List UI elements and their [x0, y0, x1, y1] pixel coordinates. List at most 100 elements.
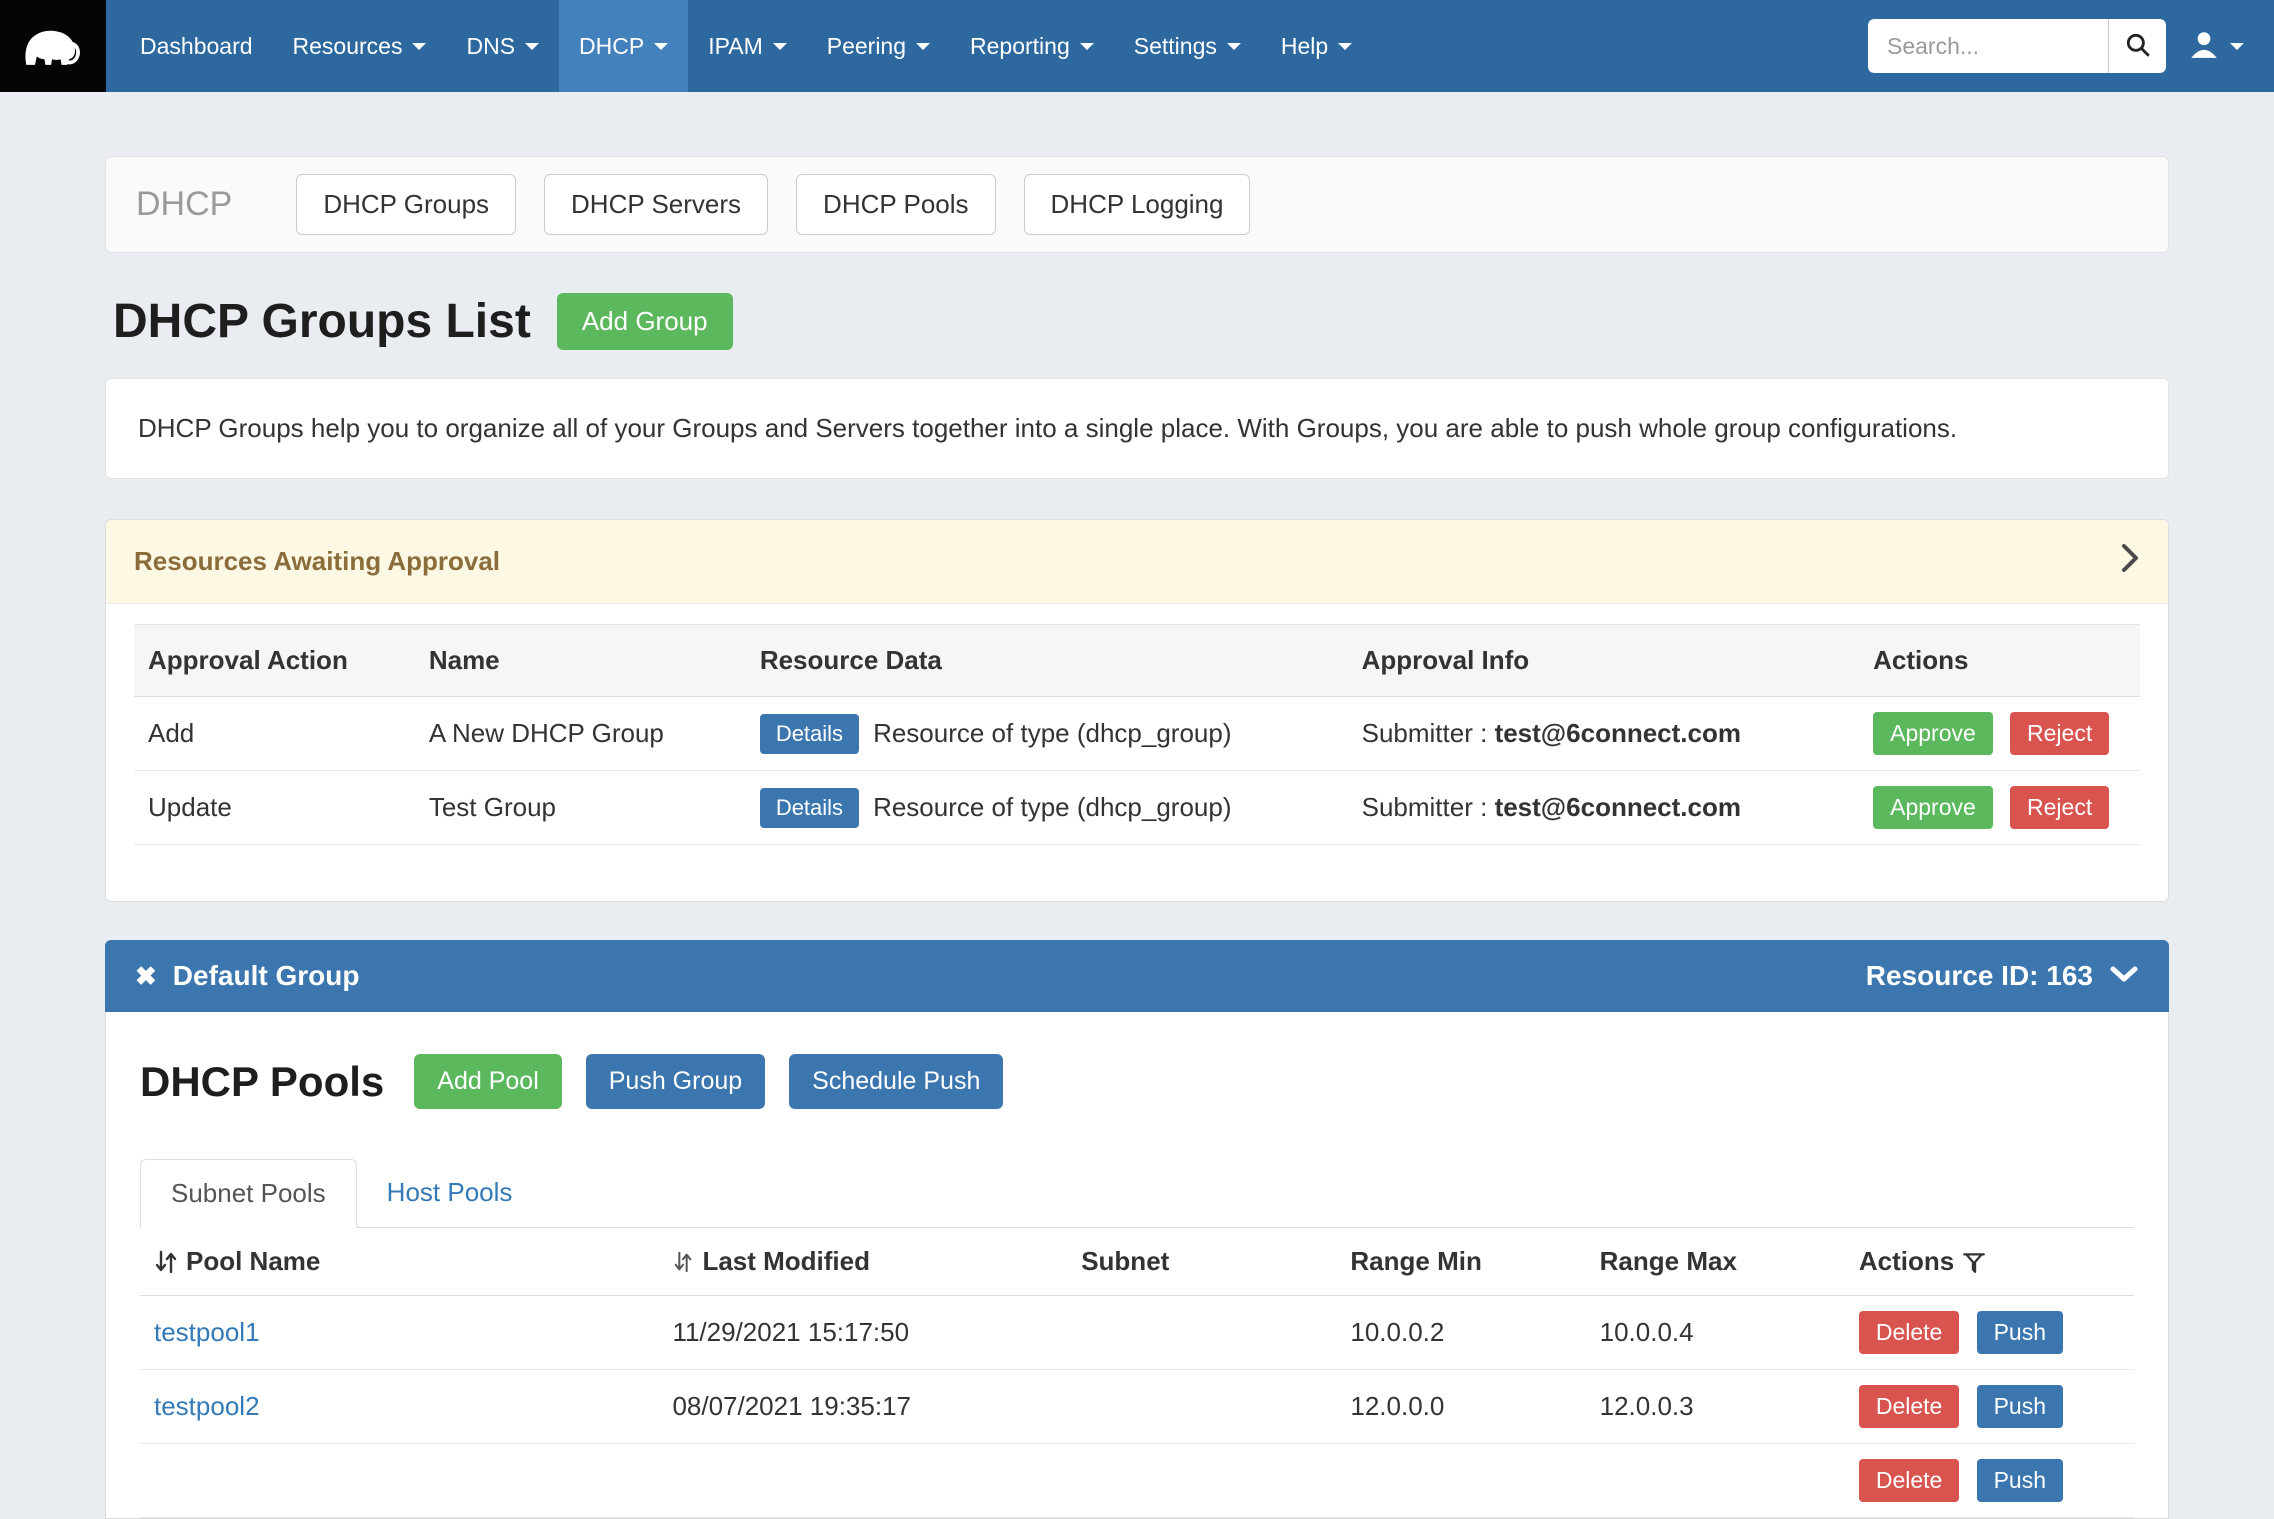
last-modified-cell — [658, 1444, 1067, 1518]
nav-item-peering[interactable]: Peering — [807, 0, 950, 92]
filter-icon[interactable] — [1962, 1250, 1986, 1274]
col-subnet: Subnet — [1067, 1228, 1336, 1296]
navbar-right — [1868, 0, 2274, 92]
reject-button[interactable]: Reject — [2010, 712, 2109, 755]
col-approval-info: Approval Info — [1348, 625, 1860, 697]
pools-tabs: Subnet Pools Host Pools — [140, 1159, 2134, 1228]
dhcp-section-title: DHCP — [136, 185, 232, 224]
col-resource-data: Resource Data — [746, 625, 1348, 697]
push-button[interactable]: Push — [1977, 1385, 2063, 1428]
last-modified-cell: 11/29/2021 15:17:50 — [658, 1296, 1067, 1370]
approval-resource-cell: Details Resource of type (dhcp_group) — [746, 697, 1348, 771]
delete-button[interactable]: Delete — [1859, 1311, 1959, 1354]
col-pool-actions: Actions — [1845, 1228, 2134, 1296]
nav-item-reporting[interactable]: Reporting — [950, 0, 1114, 92]
chevron-down-icon — [2230, 43, 2244, 50]
top-navbar: Dashboard Resources DNS DHCP IPAM Peerin… — [0, 0, 2274, 92]
col-range-min: Range Min — [1336, 1228, 1585, 1296]
details-button[interactable]: Details — [760, 714, 859, 754]
resource-id-label: Resource ID: 163 — [1866, 960, 2093, 992]
delete-button[interactable]: Delete — [1859, 1459, 1959, 1502]
approve-button[interactable]: Approve — [1873, 712, 1993, 755]
range-min-cell: 10.0.0.2 — [1336, 1296, 1585, 1370]
approval-panel-header: Resources Awaiting Approval — [106, 520, 2168, 604]
group-title: Default Group — [173, 960, 360, 992]
chevron-down-icon — [654, 43, 668, 50]
approval-panel-title: Resources Awaiting Approval — [134, 546, 500, 577]
search-button[interactable] — [2108, 19, 2166, 73]
pool-actions-cell: Delete Push — [1845, 1444, 2134, 1518]
col-last-modified: Last Modified — [658, 1228, 1067, 1296]
description-text: DHCP Groups help you to organize all of … — [138, 413, 1957, 443]
pools-heading-row: DHCP Pools Add Pool Push Group Schedule … — [140, 1054, 2134, 1109]
push-group-button[interactable]: Push Group — [586, 1054, 765, 1109]
collapse-chevron-down-icon[interactable] — [2109, 960, 2139, 992]
nav-item-ipam[interactable]: IPAM — [688, 0, 807, 92]
pool-name-link[interactable]: testpool1 — [154, 1317, 260, 1347]
tab-subnet-pools[interactable]: Subnet Pools — [140, 1159, 357, 1228]
dhcp-groups-button[interactable]: DHCP Groups — [296, 174, 516, 235]
group-panel-body: DHCP Pools Add Pool Push Group Schedule … — [105, 1012, 2169, 1519]
chevron-down-icon — [1080, 43, 1094, 50]
range-min-cell — [1336, 1444, 1585, 1518]
pool-actions-cell: Delete Push — [1845, 1296, 2134, 1370]
brand-logo[interactable] — [0, 0, 106, 92]
user-menu[interactable] — [2188, 28, 2244, 65]
description-panel: DHCP Groups help you to organize all of … — [105, 378, 2169, 479]
approval-header-row: Approval Action Name Resource Data Appro… — [134, 625, 2140, 697]
schedule-push-button[interactable]: Schedule Push — [789, 1054, 1003, 1109]
approve-button[interactable]: Approve — [1873, 786, 1993, 829]
nav-item-help[interactable]: Help — [1261, 0, 1372, 92]
chevron-down-icon — [412, 43, 426, 50]
subnet-cell — [1067, 1296, 1336, 1370]
nav-item-dns[interactable]: DNS — [446, 0, 559, 92]
sort-icon[interactable] — [672, 1249, 694, 1275]
close-icon[interactable]: ✖ — [135, 961, 157, 992]
approval-panel: Resources Awaiting Approval Approval Act… — [105, 519, 2169, 902]
pool-name-cell: testpool1 — [140, 1296, 658, 1370]
push-button[interactable]: Push — [1977, 1311, 2063, 1354]
approval-action-cell: Update — [134, 771, 415, 845]
dhcp-servers-button[interactable]: DHCP Servers — [544, 174, 768, 235]
pool-row: testpool2 08/07/2021 19:35:17 12.0.0.0 1… — [140, 1370, 2134, 1444]
approval-info-cell: Submitter : test@6connect.com — [1348, 697, 1860, 771]
delete-button[interactable]: Delete — [1859, 1385, 1959, 1428]
details-button[interactable]: Details — [760, 788, 859, 828]
range-max-cell: 12.0.0.3 — [1586, 1370, 1845, 1444]
approval-name-cell: Test Group — [415, 771, 746, 845]
reject-button[interactable]: Reject — [2010, 786, 2109, 829]
page-title: DHCP Groups List — [113, 294, 531, 349]
search-input[interactable] — [1868, 19, 2108, 73]
resource-data-text: Resource of type (dhcp_group) — [873, 792, 1231, 823]
chevron-down-icon — [1227, 43, 1241, 50]
dhcp-pools-button[interactable]: DHCP Pools — [796, 174, 995, 235]
col-range-max: Range Max — [1586, 1228, 1845, 1296]
approval-action-cell: Add — [134, 697, 415, 771]
col-name: Name — [415, 625, 746, 697]
nav-item-dashboard[interactable]: Dashboard — [120, 0, 273, 92]
page-heading-row: DHCP Groups List Add Group — [105, 293, 2169, 350]
nav-item-resources[interactable]: Resources — [273, 0, 447, 92]
nav-menu: Dashboard Resources DNS DHCP IPAM Peerin… — [120, 0, 1372, 92]
nav-item-dhcp[interactable]: DHCP — [559, 0, 688, 92]
user-icon — [2188, 28, 2220, 65]
approval-info-cell: Submitter : test@6connect.com — [1348, 771, 1860, 845]
submitter-email: test@6connect.com — [1495, 792, 1741, 822]
col-pool-name: Pool Name — [140, 1228, 658, 1296]
push-button[interactable]: Push — [1977, 1459, 2063, 1502]
chevron-down-icon — [773, 43, 787, 50]
approval-panel-body: Approval Action Name Resource Data Appro… — [106, 604, 2168, 901]
sort-icon[interactable] — [154, 1249, 178, 1275]
approval-actions-cell: Approve Reject — [1859, 771, 2140, 845]
pool-row: testpool1 11/29/2021 15:17:50 10.0.0.2 1… — [140, 1296, 2134, 1370]
tab-host-pools[interactable]: Host Pools — [357, 1159, 543, 1227]
range-min-cell: 12.0.0.0 — [1336, 1370, 1585, 1444]
submitter-email: test@6connect.com — [1495, 718, 1741, 748]
add-pool-button[interactable]: Add Pool — [414, 1054, 561, 1109]
collapse-chevron-right-icon[interactable] — [2120, 542, 2140, 581]
dhcp-logging-button[interactable]: DHCP Logging — [1024, 174, 1251, 235]
nav-item-settings[interactable]: Settings — [1114, 0, 1261, 92]
pool-name-link[interactable]: testpool2 — [154, 1391, 260, 1421]
add-group-button[interactable]: Add Group — [557, 293, 733, 350]
search-group — [1868, 19, 2166, 73]
